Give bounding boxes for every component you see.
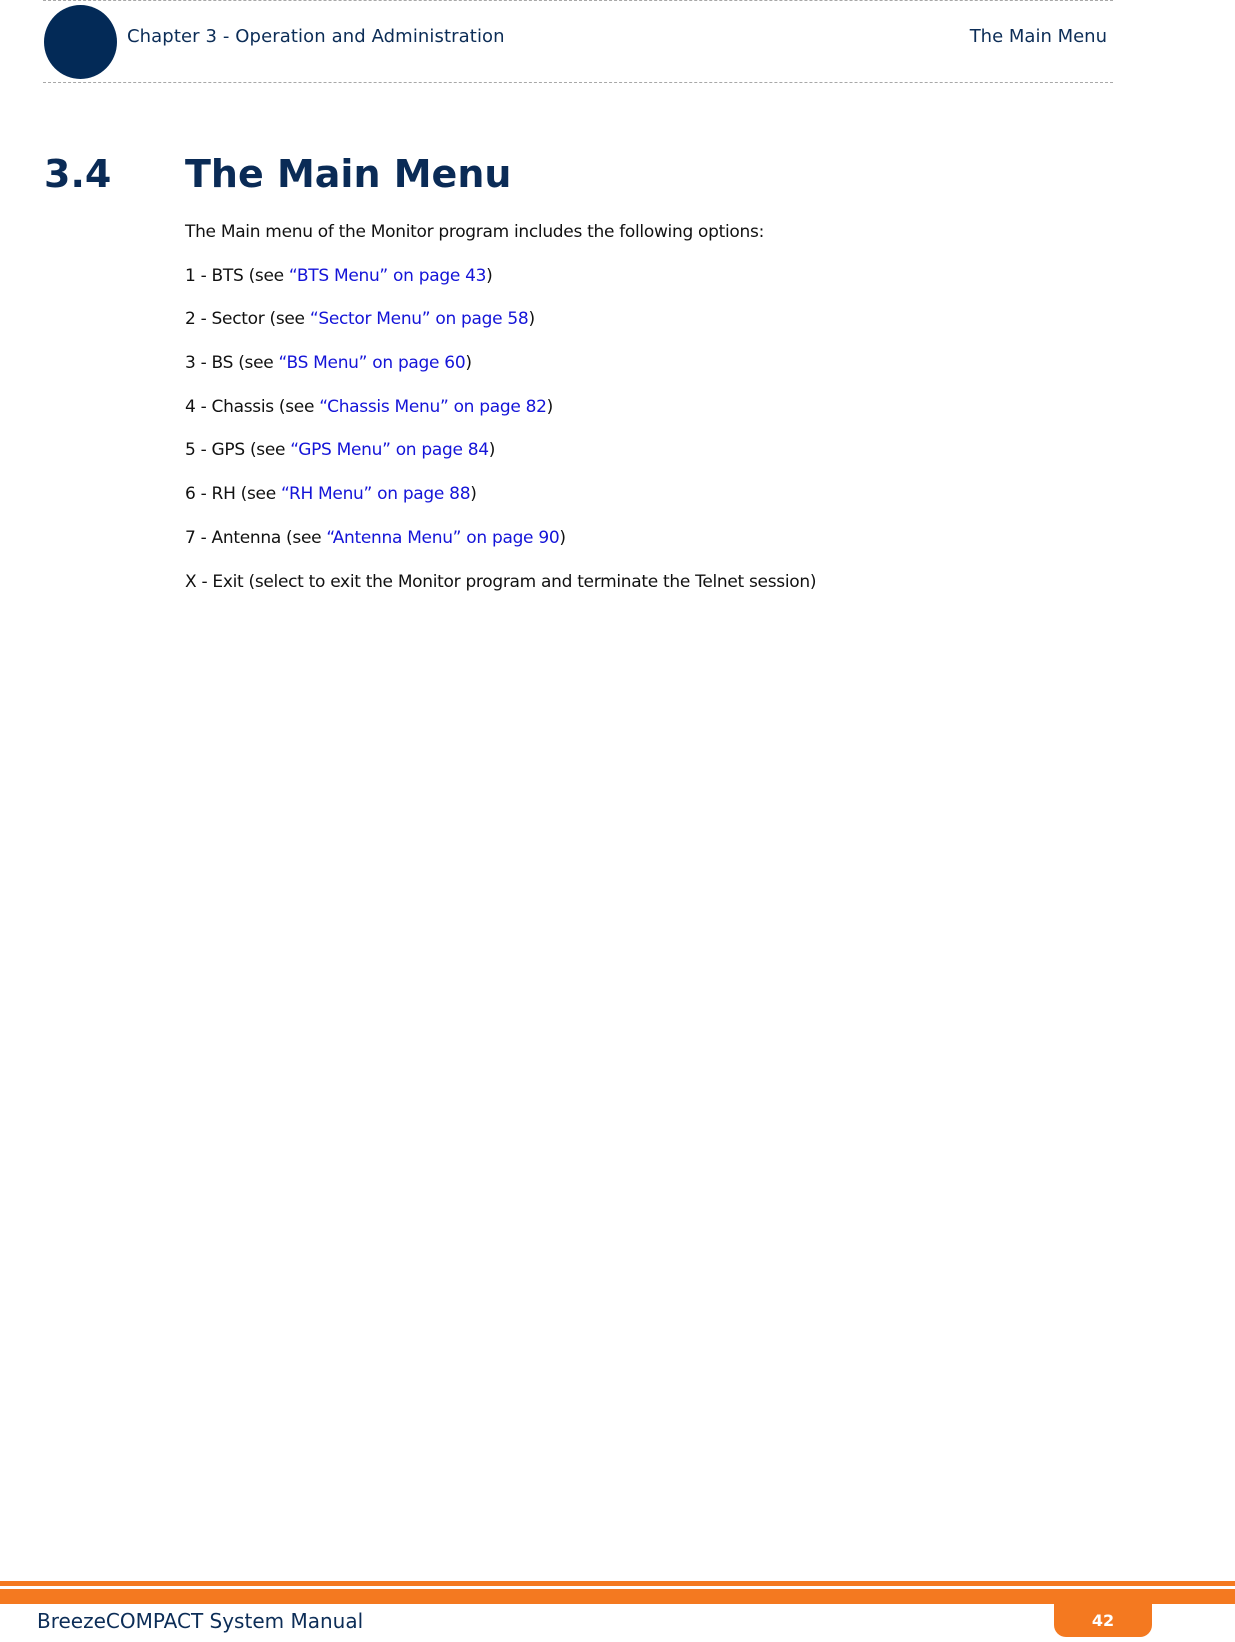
list-item: 3 - BS (see “BS Menu” on page 60) [185,351,816,395]
page-number-tab: 42 [1054,1600,1152,1637]
section-heading: The Main Menu [185,152,512,196]
header-bottom-divider [43,82,1113,83]
item-text: 2 - Sector (see [185,309,310,330]
cross-reference-link[interactable]: “GPS Menu” on page 84 [290,440,489,460]
cross-reference-link[interactable]: “BTS Menu” on page 43 [289,266,486,286]
header-top-divider [43,0,1113,1]
list-item: 2 - Sector (see “Sector Menu” on page 58… [185,307,816,351]
item-text: 5 - GPS (see [185,440,291,461]
cross-reference-link[interactable]: “Chassis Menu” on page 82 [319,397,547,417]
list-item: 6 - RH (see “RH Menu” on page 88) [185,482,816,526]
item-suffix: ) [486,265,493,286]
footer-manual-title: BreezeCOMPACT System Manual [37,1609,364,1633]
cross-reference-link[interactable]: “RH Menu” on page 88 [281,484,471,504]
intro-paragraph: The Main menu of the Monitor program inc… [185,222,764,242]
cross-reference-link[interactable]: “Sector Menu” on page 58 [310,309,529,329]
footer-thick-bar [0,1589,1235,1604]
footer-thin-bar [0,1581,1235,1586]
running-header-chapter: Chapter 3 - Operation and Administration [127,26,505,47]
item-suffix: ) [465,353,472,374]
running-header-section: The Main Menu [969,26,1107,47]
exit-item: X - Exit (select to exit the Monitor pro… [185,571,817,592]
section-number: 3.4 [44,152,112,196]
item-suffix: ) [528,309,535,330]
item-text: 6 - RH (see [185,484,281,505]
list-item: 5 - GPS (see “GPS Menu” on page 84) [185,438,816,482]
item-suffix: ) [546,396,554,417]
item-text: 4 - Chassis (see [185,396,320,417]
list-item: 7 - Antenna (see “Antenna Menu” on page … [185,526,816,570]
list-item: 1 - BTS (see “BTS Menu” on page 43) [185,264,816,308]
item-text: 1 - BTS (see [185,265,289,286]
item-suffix: ) [470,484,477,505]
body-text: The Main menu of the Monitor program inc… [185,220,816,613]
list-item: 4 - Chassis (see “Chassis Menu” on page … [185,395,816,439]
cross-reference-link[interactable]: “Antenna Menu” on page 90 [326,528,559,548]
chapter-marker-circle-icon [44,5,117,79]
item-suffix: ) [559,527,566,548]
item-suffix: ) [488,440,496,461]
item-text: 3 - BS (see [185,353,279,374]
item-text: 7 - Antenna (see [185,527,327,548]
cross-reference-link[interactable]: “BS Menu” on page 60 [279,353,466,373]
